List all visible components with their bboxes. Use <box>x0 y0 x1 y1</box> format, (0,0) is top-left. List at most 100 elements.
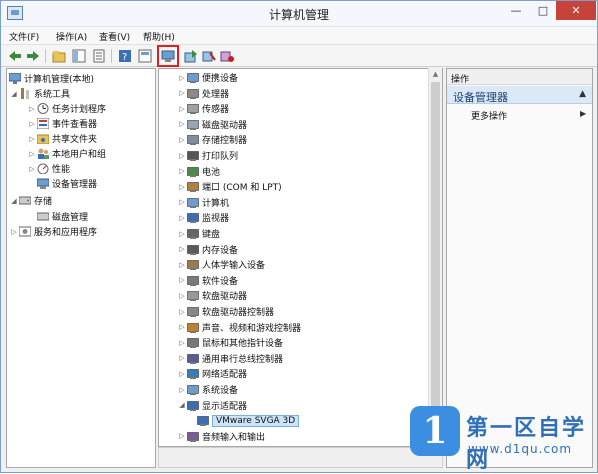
device-category-label: 软件设备 <box>202 276 239 287</box>
expand-arrow-icon[interactable]: ▷ <box>177 308 187 316</box>
menu-help[interactable]: 帮助(H) <box>143 30 175 43</box>
expand-arrow-icon[interactable]: ▷ <box>177 292 187 300</box>
close-button[interactable]: ✕ <box>556 1 596 20</box>
device-category-row[interactable]: ▷ 端口 (COM 和 LPT) <box>177 179 282 194</box>
device-category-row[interactable]: ▷ 鼠标和其他指针设备 <box>177 335 283 350</box>
device-category-label: 人体学输入设备 <box>202 261 266 272</box>
storage-controller-icon <box>187 134 199 146</box>
tree-item-task-scheduler[interactable]: ▷ 任务计划程序 <box>27 101 106 116</box>
device-category-row[interactable]: ▷ 软盘驱动器 <box>177 288 247 303</box>
scrollbar-thumb[interactable] <box>431 82 440 428</box>
expand-arrow-icon[interactable]: ▷ <box>177 245 187 253</box>
expand-arrow-icon[interactable]: ▷ <box>177 74 187 82</box>
up-folder-icon[interactable] <box>51 48 67 64</box>
expand-arrow-icon[interactable]: ▷ <box>177 136 187 144</box>
device-category-row[interactable]: ▷ 处理器 <box>177 86 229 101</box>
computer-mgmt-icon <box>8 72 22 84</box>
maximize-button[interactable]: □ <box>531 1 555 20</box>
hid-icon <box>187 259 199 271</box>
expand-arrow-icon[interactable]: ▷ <box>177 323 187 331</box>
device-tree-pane: ▷ 便携设备 ▷ 处理器 ▷ 传感器 ▷ 磁盘驱动器 ▷ 存储控制器 ▷ 打印队列 ▷ 电池 ▷ 端口 (CO… <box>158 68 443 447</box>
expand-arrow-icon[interactable]: ▷ <box>177 105 187 113</box>
expand-arrow-icon[interactable]: ▷ <box>177 152 187 160</box>
tree-item-event-viewer[interactable]: ▷ 事件查看器 <box>27 116 97 131</box>
tree-item-performance[interactable]: ▷ 性能 <box>27 161 70 176</box>
device-category-row[interactable]: ▷ 通用串行总线控制器 <box>177 351 283 366</box>
collapse-caret-icon[interactable]: ▲ <box>579 89 586 99</box>
device-category-row[interactable]: ▷ 内存设备 <box>177 242 238 257</box>
expand-arrow-icon[interactable]: ▷ <box>177 386 187 394</box>
performance-icon <box>37 163 49 175</box>
device-tree-vertical-scrollbar[interactable]: ▲ ▼ <box>428 68 442 447</box>
tree-item-services-applications[interactable]: ▷ 服务和应用程序 <box>9 224 97 239</box>
expand-arrow-icon[interactable]: ▷ <box>177 89 187 97</box>
help-icon[interactable]: ? <box>117 48 133 64</box>
menu-view[interactable]: 查看(V) <box>99 30 130 43</box>
device-category-row[interactable]: ▷ 人体学输入设备 <box>177 257 265 272</box>
update-driver-icon[interactable] <box>183 48 199 64</box>
memory-icon <box>187 244 199 255</box>
menu-file[interactable]: 文件(F) <box>9 30 39 43</box>
forward-arrow-icon[interactable] <box>25 48 41 64</box>
tree-item-computer-management[interactable]: 计算机管理(本地) <box>8 71 94 86</box>
device-manager-icon[interactable] <box>160 48 176 64</box>
expand-arrow-icon[interactable]: ◢ <box>177 401 187 409</box>
device-category-row[interactable]: ▷ 网络适配器 <box>177 366 247 381</box>
device-category-row[interactable]: ▷ 系统设备 <box>177 382 238 397</box>
device-category-row[interactable]: ▷ 软盘驱动器控制器 <box>177 304 274 319</box>
tree-item-device-manager[interactable]: 设备管理器 <box>36 176 97 191</box>
expand-arrow-icon[interactable]: ▷ <box>177 261 187 269</box>
watermark: 1 第一区自学网 www.d1qu.com <box>402 398 598 473</box>
display-adapter-icon <box>187 400 199 411</box>
device-category-row[interactable]: ▷ 监视器 <box>177 210 229 225</box>
actions-section-device-manager[interactable]: 设备管理器 ▲ <box>447 86 592 104</box>
more-actions-link[interactable]: 更多操作 <box>471 109 507 122</box>
expand-arrow-icon[interactable]: ▷ <box>177 183 187 191</box>
device-category-row[interactable]: ▷ 电池 <box>177 164 220 179</box>
uninstall-device-icon[interactable] <box>219 48 235 64</box>
expand-arrow-icon[interactable]: ▷ <box>177 276 187 284</box>
expand-arrow-icon[interactable]: ▷ <box>177 198 187 206</box>
battery-icon <box>187 166 199 177</box>
device-category-row[interactable]: ▷ 计算机 <box>177 195 229 210</box>
device-category-row[interactable]: ▷ 键盘 <box>177 226 220 241</box>
tree-item-disk-management[interactable]: 磁盘管理 <box>36 209 88 224</box>
expand-arrow-icon[interactable]: ▷ <box>177 214 187 222</box>
tree-item-system-tools[interactable]: ◢ 系统工具 <box>9 86 70 101</box>
device-category-row[interactable]: ▷ 软件设备 <box>177 273 238 288</box>
device-category-row[interactable]: ▷ 存储控制器 <box>177 132 247 147</box>
device-category-row[interactable]: VMware SVGA 3D <box>197 413 300 428</box>
submenu-arrow-icon[interactable]: ▶ <box>580 109 586 118</box>
export-list-icon[interactable] <box>137 48 153 64</box>
menu-action[interactable]: 操作(A) <box>56 30 87 43</box>
expand-arrow-icon[interactable]: ▷ <box>177 354 187 362</box>
title-bar[interactable]: 计算机管理 — □ ✕ <box>1 1 597 27</box>
back-arrow-icon[interactable] <box>7 48 23 64</box>
sensor-icon <box>187 103 199 115</box>
device-category-row[interactable]: ◢ 显示适配器 <box>177 398 247 413</box>
properties-icon[interactable] <box>91 48 107 64</box>
tree-item-local-users-groups[interactable]: ▷ 本地用户和组 <box>27 146 106 161</box>
device-tree-horizontal-scrollbar[interactable] <box>158 447 443 468</box>
device-category-row[interactable]: ▷ 便携设备 <box>177 70 238 85</box>
device-category-label: 网络适配器 <box>202 370 248 381</box>
expand-arrow-icon[interactable]: ▷ <box>177 167 187 175</box>
device-category-row[interactable]: ▷ 磁盘驱动器 <box>177 117 247 132</box>
tree-item-storage[interactable]: ◢ 存储 <box>9 193 52 208</box>
tree-item-shared-folders[interactable]: ▷ 共享文件夹 <box>27 131 97 146</box>
device-category-row[interactable]: ▷ 声音、视频和游戏控制器 <box>177 320 301 335</box>
disable-device-icon[interactable] <box>201 48 217 64</box>
expand-arrow-icon[interactable]: ▷ <box>177 120 187 128</box>
expand-arrow-icon[interactable]: ▷ <box>177 370 187 378</box>
minimize-button[interactable]: — <box>503 1 529 20</box>
device-category-row[interactable]: ▷ 打印队列 <box>177 148 238 163</box>
watermark-logo: 1 <box>410 406 460 456</box>
device-category-row[interactable]: ▷ 音频输入和输出 <box>177 429 265 444</box>
device-category-row[interactable]: ▷ 传感器 <box>177 101 229 116</box>
expand-arrow-icon[interactable]: ▷ <box>177 339 187 347</box>
expand-arrow-icon[interactable]: ▷ <box>177 432 187 440</box>
audio-io-icon <box>187 431 199 442</box>
scroll-up-arrow-icon[interactable]: ▲ <box>429 70 442 78</box>
expand-arrow-icon[interactable]: ▷ <box>177 230 187 238</box>
show-hide-tree-icon[interactable] <box>71 48 87 64</box>
